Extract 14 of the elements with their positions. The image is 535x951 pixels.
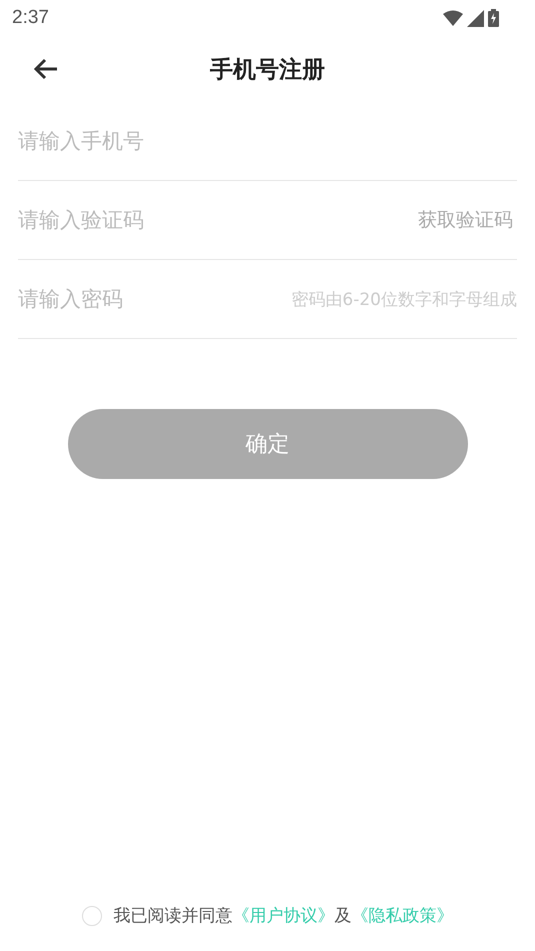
privacy-policy-link[interactable]: 《隐私政策》 [352,906,454,926]
get-code-link[interactable]: 获取验证码 [418,207,517,233]
user-agreement-link[interactable]: 《用户协议》 [232,906,334,926]
back-arrow-icon[interactable] [33,58,59,80]
page-title: 手机号注册 [210,56,325,84]
signal-icon [467,10,484,26]
status-time: 2:37 [12,7,49,29]
input-field[interactable]: 请输入密码 [18,287,292,311]
agree-checkbox[interactable] [82,906,102,926]
battery-icon [488,9,499,27]
input-field[interactable]: 请输入验证码 [18,208,418,232]
wifi-icon [443,10,463,26]
agreement-text: 我已阅读并同意《用户协议》及《隐私政策》 [114,905,454,927]
input-field[interactable]: 请输入手机号 [18,129,517,153]
